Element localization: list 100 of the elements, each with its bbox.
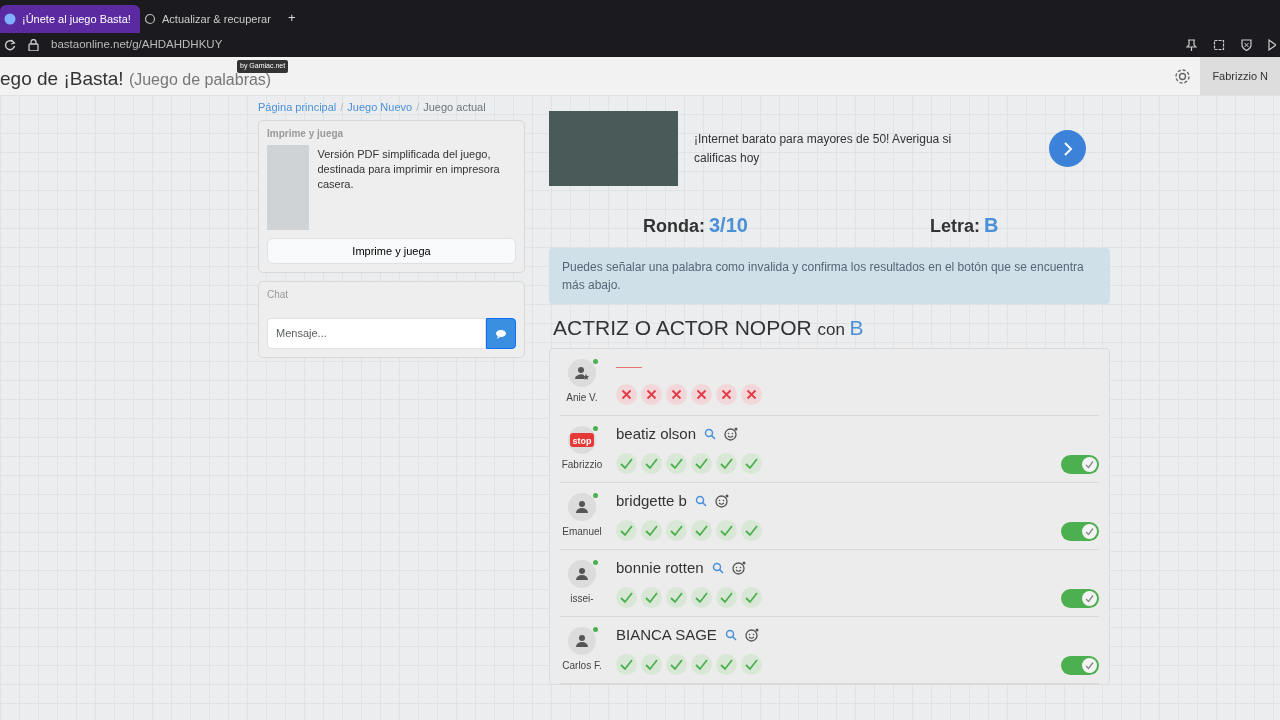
valid-vote[interactable] [666,654,687,676]
print-button[interactable]: Imprime y juega [267,237,516,264]
pin-icon[interactable] [1186,39,1197,51]
check-icon [645,591,658,605]
check-icon [645,457,658,471]
check-icon [1085,593,1094,603]
valid-vote[interactable] [691,453,712,475]
new-tab-button[interactable]: + [288,8,296,33]
breadcrumb-separator: / [340,100,344,115]
search-icon[interactable] [704,428,717,440]
valid-vote[interactable] [616,654,637,676]
info-message: Puedes señalar una palabra como invalida y confirma los resultados en el botón que se encuentra más abajo. [549,248,1110,304]
toggle-switch[interactable] [1061,588,1099,608]
check-icon [720,591,733,605]
valid-vote[interactable] [741,654,762,676]
ad-text[interactable]: ¡Internet barato para mayores de 50! Averigua si calificas hoy [694,129,964,168]
check-icon [670,524,683,538]
breadcrumb-current: Juego actual [423,100,486,115]
valid-vote[interactable] [666,520,687,542]
invalid-vote[interactable] [666,383,687,405]
valid-vote[interactable] [741,520,762,542]
reload-icon[interactable] [4,39,16,51]
check-icon [695,524,708,538]
check-icon [720,457,733,471]
answer-word: BIANCA SAGE [616,624,717,645]
valid-vote[interactable] [666,453,687,475]
cross-icon [745,387,758,401]
player-name: Emanuel [562,524,602,539]
shield-icon[interactable] [1241,39,1252,51]
check-icon [620,524,633,538]
smiley-icon[interactable] [744,628,759,642]
send-icon[interactable] [1268,39,1276,51]
valid-vote[interactable] [641,654,662,676]
check-icon [620,591,633,605]
valid-vote[interactable] [716,453,737,475]
check-icon [695,457,708,471]
chat-bubble-icon [495,329,507,340]
player-name: Fabrizzio [561,457,603,472]
cross-icon [620,387,633,401]
valid-vote[interactable] [641,453,662,475]
check-icon [745,457,758,471]
stop-sign-icon: stop [570,432,594,447]
next-button[interactable] [1049,130,1086,167]
valid-vote[interactable] [691,520,712,542]
valid-vote[interactable] [666,587,687,609]
invalid-vote[interactable] [691,383,712,405]
valid-vote[interactable] [691,654,712,676]
check-icon [645,658,658,672]
search-icon[interactable] [711,562,724,574]
check-icon [695,658,708,672]
lock-icon [28,39,39,51]
check-icon [1085,526,1094,536]
toggle-switch[interactable] [1061,655,1099,675]
invalid-vote[interactable] [741,383,762,405]
check-icon [670,658,683,672]
search-icon[interactable] [694,495,707,507]
answer-word: bridgette b [616,490,687,511]
answer-word: bonnie rotten [616,557,704,578]
card-text: Versión PDF simplificada del juego, destinada para imprimir en impresora casera. [317,146,501,193]
valid-vote[interactable] [691,587,712,609]
search-icon[interactable] [724,629,737,641]
chevron-right-icon [1062,141,1073,156]
player-name: Carlos F. [562,658,602,673]
toggle-switch[interactable] [1061,521,1099,541]
valid-vote[interactable] [616,453,637,475]
url-text[interactable]: bastaonline.net/g/AHDAHDHKUY [51,36,223,54]
invalid-vote[interactable] [641,383,662,405]
player-name: issei- [570,591,594,606]
user-menu[interactable]: Fabrizzio N [1200,57,1280,95]
valid-vote[interactable] [641,587,662,609]
valid-vote[interactable] [741,587,762,609]
smiley-icon[interactable] [731,561,746,575]
valid-vote[interactable] [716,520,737,542]
chat-title: Chat [267,288,290,302]
check-icon [1085,459,1094,469]
invalid-vote[interactable] [716,383,737,405]
valid-vote[interactable] [716,587,737,609]
valid-vote[interactable] [616,587,637,609]
settings-icon[interactable] [1173,66,1193,86]
valid-vote[interactable] [741,453,762,475]
check-icon [745,591,758,605]
check-icon [745,658,758,672]
crop-icon[interactable] [1213,39,1225,51]
valid-vote[interactable] [641,520,662,542]
browser-tab[interactable]: Actualizar & recuperar [140,5,280,33]
toggle-switch[interactable] [1061,454,1099,474]
check-icon [670,591,683,605]
user-avatar-icon [575,566,589,581]
check-icon [1085,660,1094,670]
user-avatar-icon [575,633,589,648]
message-field[interactable]: Mensaje... [267,318,486,349]
smiley-icon[interactable] [724,427,739,441]
send-button[interactable] [486,318,516,349]
round-label: Ronda: [643,215,705,238]
smiley-icon[interactable] [714,494,729,508]
browser-tab[interactable]: ¡Únete al juego Basta! [0,5,140,33]
circle-icon [144,13,156,25]
valid-vote[interactable] [616,520,637,542]
invalid-vote[interactable] [616,383,637,405]
valid-vote[interactable] [716,654,737,676]
